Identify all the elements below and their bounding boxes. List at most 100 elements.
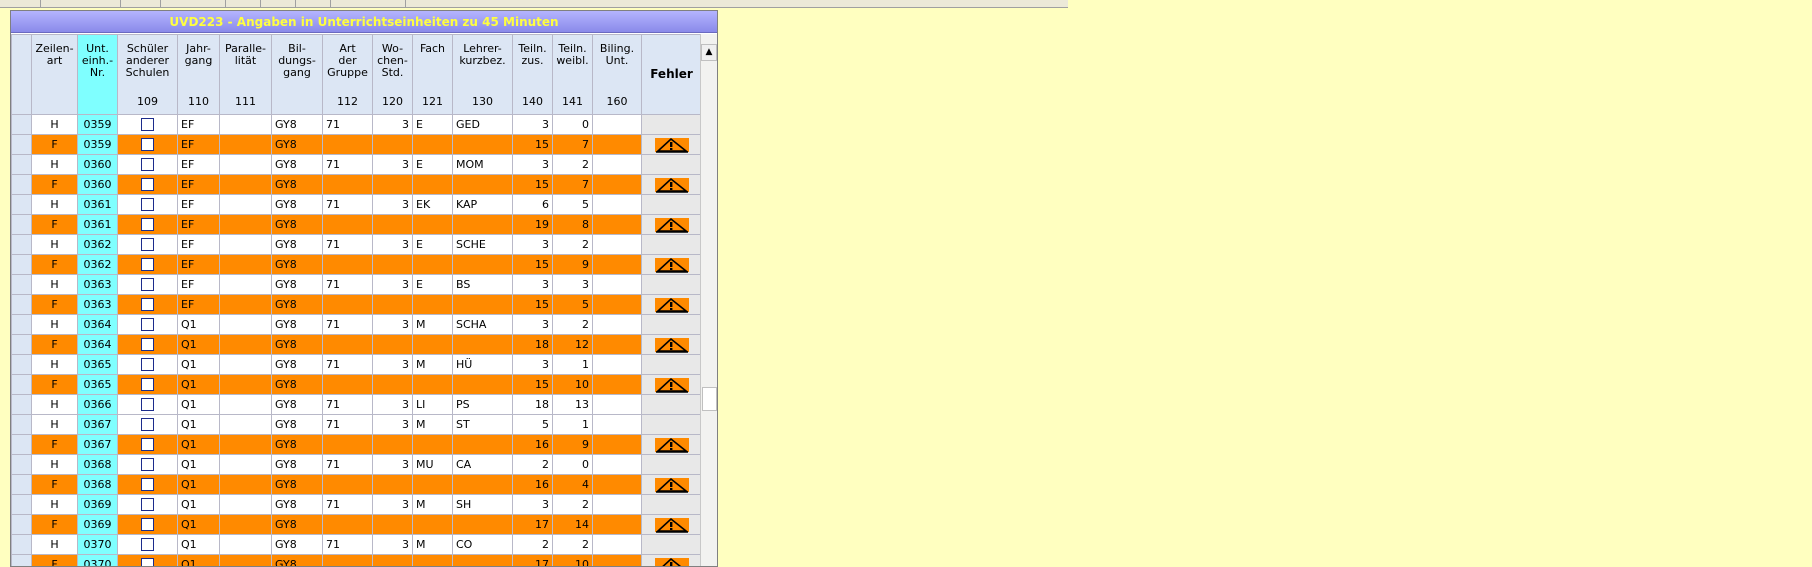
teiln-zus-cell[interactable]: 3 (512, 494, 553, 515)
parallelitaet-cell[interactable] (219, 214, 272, 235)
fach-cell[interactable] (412, 214, 453, 235)
biling-cell[interactable] (592, 374, 642, 395)
table-row[interactable]: H 0360 EF GY8 71 3 E MOM 3 2 (11, 154, 702, 175)
zeilenart-cell[interactable]: F (31, 554, 78, 566)
unt-einh-nr-cell[interactable]: 0369 (77, 514, 118, 535)
biling-cell[interactable] (592, 174, 642, 195)
lehrer-cell[interactable]: KAP (452, 194, 513, 215)
wochenstd-cell[interactable]: 3 (372, 534, 413, 555)
unt-einh-nr-cell[interactable]: 0360 (77, 154, 118, 175)
bildungsgang-cell[interactable]: GY8 (271, 494, 323, 515)
jahrgang-cell[interactable]: Q1 (177, 454, 220, 475)
bildungsgang-cell[interactable]: GY8 (271, 314, 323, 335)
teiln-zus-cell[interactable]: 17 (512, 514, 553, 535)
table-row[interactable]: H 0362 EF GY8 71 3 E SCHE 3 2 (11, 234, 702, 255)
teiln-zus-cell[interactable]: 18 (512, 334, 553, 355)
teiln-weibl-cell[interactable]: 1 (552, 354, 593, 375)
teiln-zus-cell[interactable]: 15 (512, 294, 553, 315)
jahrgang-cell[interactable]: Q1 (177, 334, 220, 355)
table-row[interactable]: F 0369 Q1 GY8 17 14 (11, 514, 702, 535)
row-selector[interactable] (11, 514, 32, 535)
parallelitaet-cell[interactable] (219, 134, 272, 155)
unt-einh-nr-cell[interactable]: 0368 (77, 474, 118, 495)
zeilenart-cell[interactable]: H (31, 274, 78, 295)
biling-cell[interactable] (592, 534, 642, 555)
biling-cell[interactable] (592, 474, 642, 495)
lehrer-cell[interactable]: PS (452, 394, 513, 415)
biling-cell[interactable] (592, 134, 642, 155)
table-row[interactable]: H 0363 EF GY8 71 3 E BS 3 3 (11, 274, 702, 295)
table-row[interactable]: F 0363 EF GY8 15 5 (11, 294, 702, 315)
unt-einh-nr-cell[interactable]: 0367 (77, 434, 118, 455)
jahrgang-cell[interactable]: EF (177, 214, 220, 235)
zeilenart-cell[interactable]: H (31, 234, 78, 255)
row-selector[interactable] (11, 174, 32, 195)
fach-cell[interactable]: EK (412, 194, 453, 215)
biling-cell[interactable] (592, 314, 642, 335)
lehrer-cell[interactable] (452, 334, 513, 355)
fach-cell[interactable]: M (412, 534, 453, 555)
zeilenart-cell[interactable]: F (31, 254, 78, 275)
fehler-cell[interactable] (641, 474, 702, 495)
jahrgang-cell[interactable]: EF (177, 294, 220, 315)
biling-cell[interactable] (592, 334, 642, 355)
unt-einh-nr-cell[interactable]: 0368 (77, 454, 118, 475)
checkbox[interactable] (141, 178, 154, 192)
fehler-cell[interactable] (641, 514, 702, 535)
checkbox[interactable] (141, 378, 154, 392)
unt-einh-nr-cell[interactable]: 0362 (77, 254, 118, 275)
unt-einh-nr-cell[interactable]: 0364 (77, 334, 118, 355)
zeilenart-cell[interactable]: F (31, 474, 78, 495)
wochenstd-cell[interactable] (372, 334, 413, 355)
jahrgang-cell[interactable]: Q1 (177, 314, 220, 335)
art-der-gruppe-cell[interactable]: 71 (322, 114, 373, 135)
zeilenart-cell[interactable]: F (31, 334, 78, 355)
bildungsgang-cell[interactable]: GY8 (271, 114, 323, 135)
checkbox[interactable] (141, 438, 154, 452)
wochenstd-cell[interactable]: 3 (372, 454, 413, 475)
row-selector[interactable] (11, 254, 32, 275)
wochenstd-cell[interactable]: 3 (372, 354, 413, 375)
wochenstd-cell[interactable]: 3 (372, 414, 413, 435)
zeilenart-cell[interactable]: F (31, 434, 78, 455)
art-der-gruppe-cell[interactable] (322, 294, 373, 315)
teiln-weibl-cell[interactable]: 0 (552, 454, 593, 475)
row-selector[interactable] (11, 394, 32, 415)
jahrgang-cell[interactable]: Q1 (177, 534, 220, 555)
fach-cell[interactable]: E (412, 234, 453, 255)
parallelitaet-cell[interactable] (219, 394, 272, 415)
row-selector[interactable] (11, 314, 32, 335)
art-der-gruppe-cell[interactable] (322, 474, 373, 495)
jahrgang-cell[interactable]: Q1 (177, 554, 220, 566)
wochenstd-cell[interactable] (372, 474, 413, 495)
jahrgang-cell[interactable]: EF (177, 274, 220, 295)
teiln-weibl-cell[interactable]: 10 (552, 554, 593, 566)
table-row[interactable]: F 0365 Q1 GY8 15 10 (11, 374, 702, 395)
parallelitaet-cell[interactable] (219, 354, 272, 375)
unt-einh-nr-cell[interactable]: 0361 (77, 194, 118, 215)
zeilenart-cell[interactable]: F (31, 514, 78, 535)
lehrer-cell[interactable]: MOM (452, 154, 513, 175)
fach-cell[interactable]: M (412, 354, 453, 375)
art-der-gruppe-cell[interactable]: 71 (322, 234, 373, 255)
fach-cell[interactable] (412, 554, 453, 566)
bildungsgang-cell[interactable]: GY8 (271, 194, 323, 215)
unt-einh-nr-cell[interactable]: 0359 (77, 134, 118, 155)
fach-cell[interactable] (412, 434, 453, 455)
biling-cell[interactable] (592, 394, 642, 415)
bildungsgang-cell[interactable]: GY8 (271, 414, 323, 435)
teiln-weibl-cell[interactable]: 7 (552, 174, 593, 195)
art-der-gruppe-cell[interactable] (322, 514, 373, 535)
parallelitaet-cell[interactable] (219, 494, 272, 515)
teiln-weibl-cell[interactable]: 12 (552, 334, 593, 355)
teiln-zus-cell[interactable]: 5 (512, 414, 553, 435)
row-selector[interactable] (11, 214, 32, 235)
art-der-gruppe-cell[interactable] (322, 374, 373, 395)
teiln-zus-cell[interactable]: 2 (512, 534, 553, 555)
lehrer-cell[interactable] (452, 134, 513, 155)
table-row[interactable]: F 0361 EF GY8 19 8 (11, 214, 702, 235)
table-row[interactable]: H 0359 EF GY8 71 3 E GED 3 0 (11, 114, 702, 135)
row-selector[interactable] (11, 534, 32, 555)
art-der-gruppe-cell[interactable]: 71 (322, 354, 373, 375)
checkbox[interactable] (141, 458, 154, 472)
